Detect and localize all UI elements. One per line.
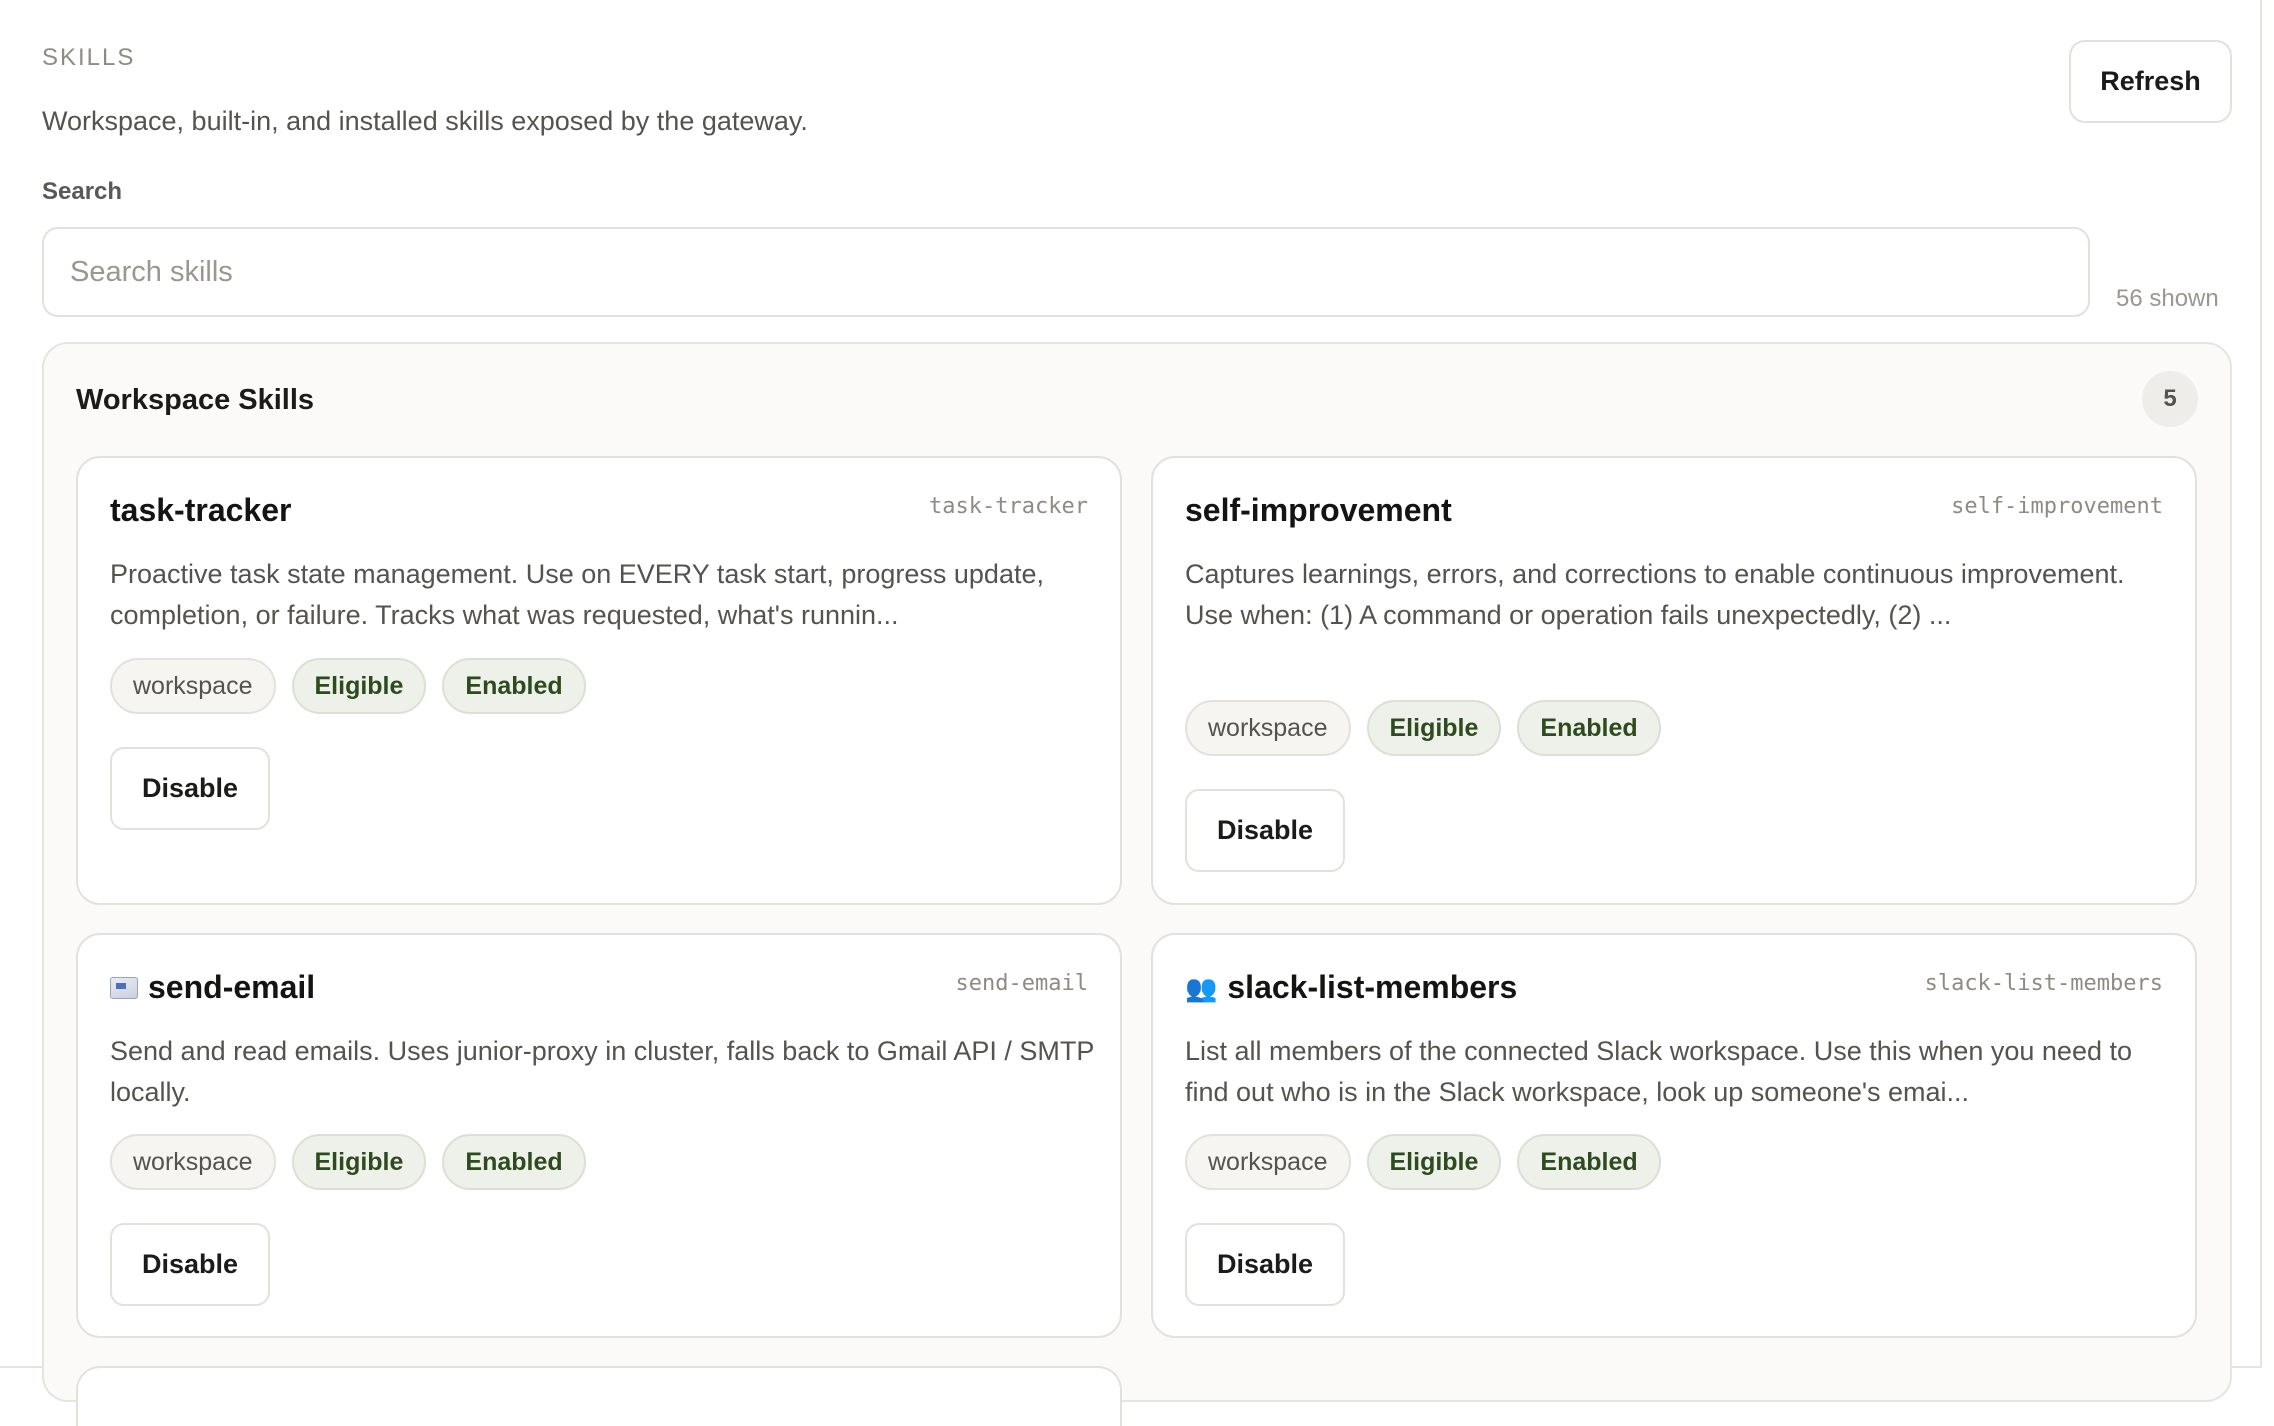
card-title-row: send-email xyxy=(110,969,315,1006)
skills-page: SKILLS Workspace, built-in, and installe… xyxy=(0,0,2274,1426)
source-badge: workspace xyxy=(1185,1134,1351,1190)
disable-button[interactable]: Disable xyxy=(110,747,270,830)
card-title-row: task-tracker xyxy=(110,492,291,529)
card-description: Send and read emails. Uses junior-proxy … xyxy=(110,1036,1094,1107)
card-description: Captures learnings, errors, and correcti… xyxy=(1185,559,2125,630)
workspace-skills-group: Workspace Skills 5 task-tracker task-tra… xyxy=(42,342,2232,1426)
group-count-badge: 5 xyxy=(2142,371,2198,427)
eligible-badge: Eligible xyxy=(291,658,427,714)
card-badges: workspace Eligible Enabled xyxy=(1185,700,1661,756)
disable-button[interactable]: Disable xyxy=(1185,1223,1345,1306)
enabled-badge: Enabled xyxy=(442,1134,586,1190)
envelope-icon xyxy=(110,976,138,999)
group-title: Workspace Skills xyxy=(76,384,315,416)
card-skill-id: task-tracker xyxy=(929,494,1088,519)
enabled-badge: Enabled xyxy=(442,658,586,714)
source-badge: workspace xyxy=(110,658,276,714)
search-input[interactable] xyxy=(42,227,2090,317)
card-skill-id: send-email xyxy=(955,971,1088,996)
skill-card-task-tracker: task-tracker task-tracker Proactive task… xyxy=(76,456,1122,905)
refresh-button[interactable]: Refresh xyxy=(2069,40,2232,123)
section-label: SKILLS xyxy=(42,44,136,71)
card-title-row: self-improvement xyxy=(1185,492,1452,529)
card-badges: workspace Eligible Enabled xyxy=(110,1134,586,1190)
source-badge: workspace xyxy=(1185,700,1351,756)
people-icon: 👥 xyxy=(1185,972,1218,1003)
section-subtitle: Workspace, built-in, and installed skill… xyxy=(42,106,808,136)
card-badges: workspace Eligible Enabled xyxy=(1185,1134,1661,1190)
eligible-badge: Eligible xyxy=(1366,700,1502,756)
card-skill-id: slack-list-members xyxy=(1924,971,2163,996)
eligible-badge: Eligible xyxy=(1366,1134,1502,1190)
enabled-badge: Enabled xyxy=(1517,1134,1661,1190)
disable-button[interactable]: Disable xyxy=(1185,789,1345,872)
skill-card-slack-list-members: 👥 slack-list-members slack-list-members … xyxy=(1151,933,2197,1338)
card-badges: workspace Eligible Enabled xyxy=(110,658,586,714)
card-description: Proactive task state management. Use on … xyxy=(110,559,1044,630)
card-title: task-tracker xyxy=(110,492,292,528)
skill-card-self-improvement: self-improvement self-improvement Captur… xyxy=(1151,456,2197,905)
skill-card-next xyxy=(76,1366,1122,1426)
search-label: Search xyxy=(42,178,123,205)
eligible-badge: Eligible xyxy=(291,1134,427,1190)
shown-count: 56 shown xyxy=(2116,285,2219,312)
source-badge: workspace xyxy=(110,1134,276,1190)
card-title: slack-list-members xyxy=(1227,969,1518,1005)
disable-button[interactable]: Disable xyxy=(110,1223,270,1306)
card-description: List all members of the connected Slack … xyxy=(1185,1036,2132,1107)
enabled-badge: Enabled xyxy=(1517,700,1661,756)
skill-card-send-email: send-email send-email Send and read emai… xyxy=(76,933,1122,1338)
card-title: send-email xyxy=(148,969,316,1005)
card-title: self-improvement xyxy=(1185,492,1452,528)
card-title-row: 👥 slack-list-members xyxy=(1185,969,1517,1006)
card-skill-id: self-improvement xyxy=(1951,494,2163,519)
